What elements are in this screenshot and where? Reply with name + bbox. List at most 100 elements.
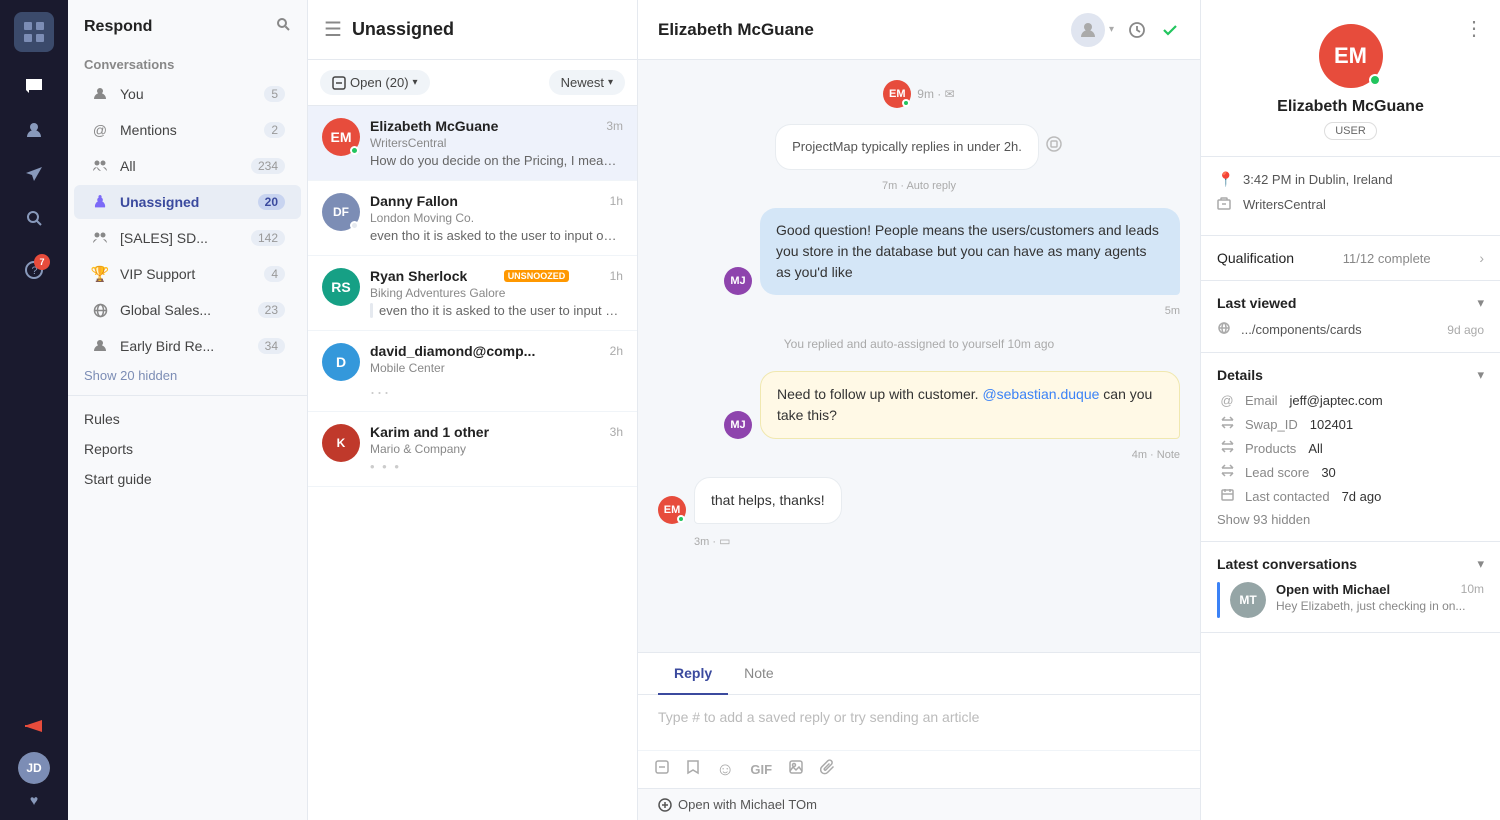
- sidebar-item-you[interactable]: You 5: [74, 77, 301, 111]
- conv-content-4: david_diamond@comp... 2h Mobile Center .…: [370, 343, 623, 399]
- reply-tab-reply[interactable]: Reply: [658, 653, 728, 695]
- rp-latest-conv-item[interactable]: MT Open with Michael 10m Hey Elizabeth, …: [1217, 582, 1484, 618]
- rp-products-row: Products All: [1217, 440, 1484, 456]
- panel-title: Unassigned: [352, 19, 621, 40]
- conversation-item[interactable]: K Karim and 1 other 3h Mario & Company •…: [308, 412, 637, 487]
- globe-icon: [1217, 321, 1235, 338]
- sidebar-search-icon[interactable]: [275, 16, 291, 37]
- conv-avatar-initials-3: RS: [322, 268, 360, 306]
- rp-viewed-time: 9d ago: [1447, 323, 1484, 337]
- unsnoozed-badge: UNSNOOZED: [504, 270, 570, 282]
- rp-show-hidden-details[interactable]: Show 93 hidden: [1217, 512, 1484, 527]
- heart-icon[interactable]: ♥: [30, 792, 38, 808]
- sidebar-item-all-label: All: [120, 158, 241, 174]
- conv-preview-4: ...: [370, 378, 623, 399]
- rp-latest-conversations-title: Latest conversations: [1217, 556, 1357, 572]
- panel-menu-icon[interactable]: ☰: [324, 17, 342, 42]
- sidebar-item-mentions[interactable]: @ Mentions 2: [74, 113, 301, 147]
- rp-viewed-url: .../components/cards: [1241, 322, 1362, 337]
- open-with-bar: Open with Michael TOm: [638, 788, 1200, 820]
- msg-autoreply-meta: 7m · Auto reply: [658, 180, 1180, 192]
- conv-company-5: Mario & Company: [370, 442, 623, 456]
- sidebar-item-unassigned-count: 20: [258, 194, 285, 210]
- gif-icon[interactable]: GIF: [750, 762, 772, 777]
- rp-header: ⋮ EM Elizabeth McGuane USER: [1201, 0, 1500, 157]
- sidebar-item-you-count: 5: [264, 86, 285, 102]
- nav-announcements-icon[interactable]: [16, 708, 52, 744]
- nav-contacts-icon[interactable]: [16, 112, 52, 148]
- rp-details-title: Details: [1217, 367, 1263, 383]
- msg-meta-top: EM 9m · ✉: [658, 80, 1180, 108]
- rp-location-row: 📍 3:42 PM in Dublin, Ireland: [1217, 171, 1484, 188]
- rp-lc-preview: Hey Elizabeth, just checking in on...: [1276, 599, 1466, 613]
- rp-qualification-row[interactable]: Qualification 11/12 complete ›: [1217, 250, 1484, 266]
- sidebar-item-vip-label: VIP Support: [120, 266, 254, 282]
- msg-time-outgoing: 5m: [658, 305, 1180, 317]
- sidebar-item-global-label: Global Sales...: [120, 302, 248, 318]
- nav-help-icon[interactable]: ? 7: [16, 252, 52, 288]
- user-avatar[interactable]: JD: [18, 752, 50, 784]
- msg-avatar-em-top: EM: [883, 80, 911, 108]
- sidebar-start-guide-link[interactable]: Start guide: [68, 464, 307, 494]
- conversation-item[interactable]: EM Elizabeth McGuane 3m WritersCentral H…: [308, 106, 637, 181]
- sidebar-item-sales[interactable]: [SALES] SD... 142: [74, 221, 301, 255]
- rp-details-toggle[interactable]: ▾: [1477, 367, 1484, 383]
- show-hidden-link[interactable]: Show 20 hidden: [68, 364, 307, 387]
- conv-content-2: Danny Fallon 1h London Moving Co. even t…: [370, 193, 623, 243]
- attachment-icon[interactable]: [654, 759, 670, 780]
- reply-tab-note[interactable]: Note: [728, 653, 790, 695]
- rp-company-row: WritersCentral: [1217, 196, 1484, 213]
- rp-latest-conversations-toggle[interactable]: ▾: [1477, 556, 1484, 572]
- conv-avatar-initials-5: K: [322, 424, 360, 462]
- sidebar-item-early[interactable]: Early Bird Re... 34: [74, 329, 301, 363]
- snooze-button[interactable]: [1128, 21, 1146, 39]
- rp-viewed-row: .../components/cards 9d ago: [1217, 321, 1484, 338]
- sidebar-rules-link[interactable]: Rules: [68, 404, 307, 434]
- rp-menu-icon[interactable]: ⋮: [1464, 16, 1484, 41]
- global-icon: [90, 300, 110, 320]
- conversation-item[interactable]: D david_diamond@comp... 2h Mobile Center…: [308, 331, 637, 412]
- conversation-item[interactable]: DF Danny Fallon 1h London Moving Co. eve…: [308, 181, 637, 256]
- chat-header-actions: ▾: [1071, 13, 1180, 47]
- conversation-list: EM Elizabeth McGuane 3m WritersCentral H…: [308, 106, 637, 820]
- rp-lastcontacted-row: Last contacted 7d ago: [1217, 488, 1484, 504]
- rp-lc-time: 10m: [1461, 582, 1484, 597]
- msg-avatar-em-thanks: EM: [658, 496, 686, 524]
- sidebar-item-global[interactable]: Global Sales... 23: [74, 293, 301, 327]
- online-dot-top: [902, 99, 910, 107]
- sort-filter-button[interactable]: Newest ▾: [549, 70, 625, 95]
- sidebar-reports-link[interactable]: Reports: [68, 434, 307, 464]
- company-icon: [1217, 196, 1235, 213]
- nav-campaigns-icon[interactable]: [16, 156, 52, 192]
- conv-avatar-1: EM: [322, 118, 360, 156]
- sidebar-item-all[interactable]: All 234: [74, 149, 301, 183]
- conversation-item[interactable]: RS Ryan Sherlock UNSNOOZED 1h Biking Adv…: [308, 256, 637, 331]
- sort-filter-label: Newest: [561, 75, 604, 90]
- assign-button[interactable]: ▾: [1071, 13, 1114, 47]
- image-icon[interactable]: [788, 759, 804, 780]
- open-filter-chevron: ▾: [413, 77, 418, 88]
- reply-placeholder: Type # to add a saved reply or try sendi…: [658, 709, 979, 725]
- rp-latest-conversations-section: Latest conversations ▾ MT Open with Mich…: [1201, 542, 1500, 633]
- conversation-list-panel: ☰ Unassigned Open (20) ▾ Newest ▾ EM Eli…: [308, 0, 638, 820]
- conv-name-2: Danny Fallon: [370, 193, 458, 209]
- nav-conversations-icon[interactable]: [16, 68, 52, 104]
- sidebar-item-unassigned[interactable]: ♟ Unassigned 20: [74, 185, 301, 219]
- open-filter-button[interactable]: Open (20) ▾: [320, 70, 430, 95]
- emoji-icon[interactable]: ☺: [716, 759, 734, 780]
- reply-input-area[interactable]: Type # to add a saved reply or try sendi…: [638, 695, 1200, 750]
- bookmark-icon[interactable]: [686, 759, 700, 780]
- paperclip-icon[interactable]: [820, 759, 836, 780]
- rp-last-viewed-toggle[interactable]: ▾: [1477, 295, 1484, 311]
- sidebar-item-vip[interactable]: 🏆 VIP Support 4: [74, 257, 301, 291]
- conv-company-1: WritersCentral: [370, 136, 623, 150]
- rp-lc-avatar-inner: MT: [1230, 582, 1266, 618]
- resolve-button[interactable]: [1160, 20, 1180, 40]
- system-info-assigned: You replied and auto-assigned to yoursel…: [658, 333, 1180, 355]
- conv-name-3: Ryan Sherlock: [370, 268, 467, 284]
- conv-content-5: Karim and 1 other 3h Mario & Company • •…: [370, 424, 623, 474]
- you-icon: [90, 84, 110, 104]
- nav-search-icon[interactable]: [16, 200, 52, 236]
- offline-indicator-2: [350, 221, 359, 230]
- conv-time-1: 3m: [606, 119, 623, 133]
